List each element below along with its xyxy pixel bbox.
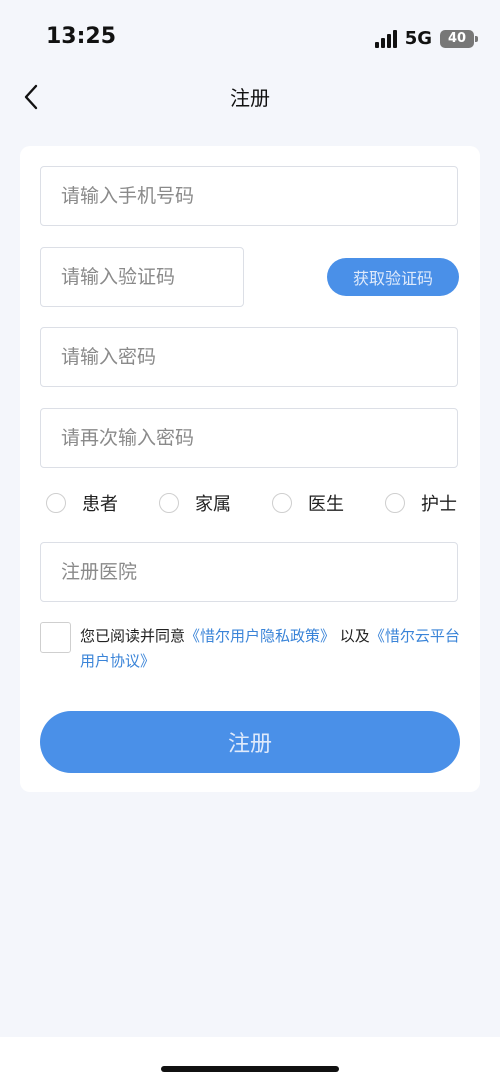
agreement-middle: 以及 (335, 627, 370, 645)
battery-level: 40 (447, 31, 467, 46)
nav-bar: 注册 (0, 72, 500, 122)
battery-icon: 40 (440, 29, 478, 48)
register-form-card: 获取验证码 患者 家属 医生 护士 您已阅读并同意《惜尔用户隐私政策》 以及《惜… (20, 146, 480, 792)
role-option-patient[interactable]: 患者 (46, 490, 118, 516)
radio-icon (46, 493, 66, 513)
signal-icon (374, 29, 397, 48)
status-time: 13:25 (46, 24, 117, 49)
role-label: 家属 (195, 494, 231, 515)
phone-input[interactable] (40, 166, 458, 226)
role-label: 护士 (421, 494, 457, 515)
privacy-policy-link[interactable]: 《惜尔用户隐私政策》 (185, 627, 335, 645)
agreement-text: 您已阅读并同意《惜尔用户隐私政策》 以及《惜尔云平台用户协议》 (80, 624, 460, 674)
status-indicators: 5G 40 (374, 28, 478, 49)
role-selector: 患者 家属 医生 护士 (46, 490, 466, 520)
agreement-checkbox[interactable] (40, 622, 71, 653)
hospital-input[interactable] (40, 542, 458, 602)
radio-icon (272, 493, 292, 513)
page-title: 注册 (230, 86, 270, 110)
home-indicator[interactable] (161, 1066, 339, 1072)
verification-code-input[interactable] (40, 247, 244, 307)
get-code-button[interactable]: 获取验证码 (327, 258, 459, 296)
bottom-bar (0, 1037, 500, 1083)
password-input[interactable] (40, 327, 458, 387)
radio-icon (159, 493, 179, 513)
role-label: 患者 (82, 494, 118, 515)
role-label: 医生 (308, 494, 344, 515)
radio-icon (385, 493, 405, 513)
role-option-family[interactable]: 家属 (159, 490, 231, 516)
role-option-nurse[interactable]: 护士 (385, 490, 457, 516)
confirm-password-input[interactable] (40, 408, 458, 468)
status-bar: 13:25 5G 40 (0, 0, 500, 70)
register-button[interactable]: 注册 (40, 711, 460, 773)
network-type: 5G (404, 28, 432, 49)
agreement-prefix: 您已阅读并同意 (80, 627, 186, 645)
role-option-doctor[interactable]: 医生 (272, 490, 344, 516)
